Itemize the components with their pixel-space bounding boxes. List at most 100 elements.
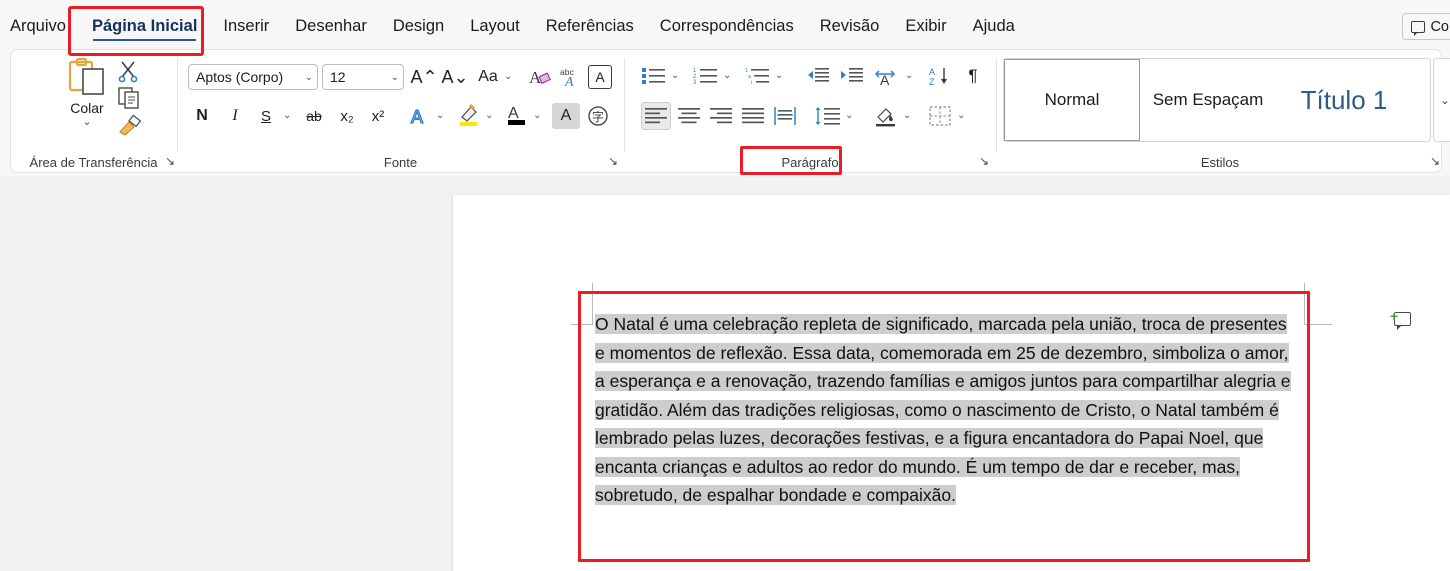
clipboard-group-label: Área de Transferência: [29, 155, 158, 170]
multilevel-list-icon: 1 a i: [745, 68, 769, 86]
chevron-down-icon[interactable]: ⌄: [485, 110, 493, 121]
chevron-down-icon[interactable]: ⌄: [903, 110, 911, 121]
styles-dialog-launcher[interactable]: ↘: [1428, 154, 1442, 168]
font-family-combobox[interactable]: Aptos (Corpo) ⌄: [188, 64, 318, 90]
chevron-down-icon[interactable]: ⌄: [504, 71, 512, 82]
text-shading-button[interactable]: A: [552, 103, 580, 129]
font-size-combobox[interactable]: 12 ⌄: [322, 64, 404, 90]
tab-revisao[interactable]: Revisão: [807, 0, 893, 52]
align-left-icon: [645, 108, 667, 124]
paste-label: Colar: [70, 100, 104, 116]
chevron-down-icon[interactable]: ⌄: [283, 110, 291, 121]
styles-more-button[interactable]: ⌄: [1433, 58, 1450, 142]
align-right-button[interactable]: [706, 102, 736, 130]
tab-referencias[interactable]: Referências: [533, 0, 647, 52]
group-paragraph: ⌄ 1 2 3 ⌄ 1 a i ⌄ A ⌄ A Z ¶ ⌄ ⌄ ⌄ Parágr…: [625, 50, 995, 174]
distributed-button[interactable]: [771, 102, 801, 130]
margin-marker-right-horizontal: [1304, 324, 1332, 325]
tab-exibir[interactable]: Exibir: [892, 0, 959, 52]
paste-icon: [68, 58, 104, 95]
cut-button[interactable]: [116, 59, 144, 85]
paste-button[interactable]: Colar ⌄: [57, 58, 117, 128]
tab-pagina-inicial[interactable]: Página Inicial: [79, 0, 210, 52]
justify-button[interactable]: [738, 102, 768, 130]
phonetic-guide-button[interactable]: abc A: [557, 64, 585, 90]
text-direction-button[interactable]: A: [873, 63, 903, 89]
tab-correspondencias[interactable]: Correspondências: [647, 0, 807, 52]
shading-button[interactable]: [871, 102, 901, 130]
paragraph-text: O Natal é uma celebração repleta de sign…: [595, 314, 1291, 505]
tab-design[interactable]: Design: [380, 0, 457, 52]
numbering-button[interactable]: 1 2 3: [691, 63, 721, 89]
multilevel-list-button[interactable]: 1 a i: [743, 63, 773, 89]
chevron-down-icon[interactable]: ⌄: [436, 110, 444, 121]
underline-button[interactable]: S: [252, 103, 280, 129]
change-case-icon: Aa: [478, 68, 498, 85]
align-left-button[interactable]: [641, 102, 671, 130]
subscript-button[interactable]: x₂: [333, 103, 361, 129]
superscript-icon: x²: [371, 107, 385, 125]
style-titulo-1-label: Título 1: [1300, 84, 1388, 115]
decrease-indent-button[interactable]: [803, 63, 833, 89]
chevron-down-icon[interactable]: ⌄: [723, 70, 731, 81]
tab-arquivo[interactable]: Arquivo: [0, 0, 79, 52]
show-formatting-marks-button[interactable]: ¶: [959, 63, 987, 89]
increase-indent-button[interactable]: [837, 63, 867, 89]
character-shading-button[interactable]: 字: [584, 103, 612, 129]
font-dialog-launcher[interactable]: ↘: [606, 154, 620, 168]
grow-font-button[interactable]: A⌃: [410, 64, 438, 90]
chevron-down-icon[interactable]: ⌄: [957, 110, 965, 121]
comments-button-label: Co: [1430, 18, 1449, 35]
paragraph-dialog-launcher[interactable]: ↘: [977, 154, 991, 168]
italic-button[interactable]: I: [221, 103, 249, 129]
change-case-button[interactable]: Aa: [475, 64, 501, 90]
ribbon-tabstrip: Arquivo Página Inicial Inserir Desenhar …: [0, 0, 1450, 52]
style-titulo-1[interactable]: Título 1: [1276, 59, 1412, 141]
character-border-button[interactable]: A: [588, 65, 612, 89]
copy-button[interactable]: [116, 86, 144, 112]
bold-button[interactable]: N: [188, 103, 216, 129]
style-normal[interactable]: Normal: [1004, 59, 1140, 141]
svg-text:字: 字: [592, 109, 604, 124]
group-clipboard: Colar ⌄ Área de Transferência ↘: [11, 50, 176, 174]
font-family-value: Aptos (Corpo): [196, 69, 284, 85]
strikethrough-button[interactable]: ab: [300, 103, 328, 129]
chevron-down-icon[interactable]: ⌄: [533, 110, 541, 121]
clear-formatting-icon: A: [529, 68, 552, 87]
highlight-color-button[interactable]: [455, 100, 483, 130]
strikethrough-icon: ab: [306, 108, 322, 124]
clear-formatting-button[interactable]: A: [526, 64, 554, 90]
new-comment-button[interactable]: +: [1390, 309, 1412, 330]
chevron-down-icon[interactable]: ⌄: [671, 70, 679, 81]
document-page[interactable]: O Natal é uma celebração repleta de sign…: [453, 195, 1450, 571]
svg-text:i: i: [751, 80, 752, 86]
chevron-down-icon[interactable]: ⌄: [775, 70, 783, 81]
tab-layout[interactable]: Layout: [457, 0, 533, 52]
comments-button[interactable]: Co: [1402, 13, 1450, 40]
chevron-down-icon[interactable]: ⌄: [845, 110, 853, 121]
format-painter-button[interactable]: [116, 113, 144, 139]
tab-inserir[interactable]: Inserir: [210, 0, 282, 52]
group-styles: Normal Sem Espaçam Título 1 ⌄ Estilos ↘: [997, 50, 1450, 174]
chevron-down-icon: ⌄: [304, 71, 313, 83]
borders-button[interactable]: [925, 102, 955, 130]
align-center-button[interactable]: [674, 102, 704, 130]
shading-icon: [876, 108, 895, 127]
paste-chevron-icon[interactable]: ⌄: [82, 115, 91, 128]
bullets-button[interactable]: [639, 63, 669, 89]
ribbon-panel: Colar ⌄ Área de Transferência ↘ Aptos (C…: [10, 49, 1450, 174]
clipboard-dialog-launcher[interactable]: ↘: [163, 154, 177, 168]
font-color-button[interactable]: A: [503, 100, 531, 130]
shrink-font-button[interactable]: A⌄: [441, 64, 469, 90]
chevron-down-icon[interactable]: ⌄: [905, 70, 913, 81]
sort-button[interactable]: A Z: [925, 63, 955, 89]
line-spacing-button[interactable]: [813, 102, 843, 130]
tab-desenhar[interactable]: Desenhar: [282, 0, 380, 52]
text-effects-button[interactable]: A: [406, 103, 434, 129]
tab-ajuda[interactable]: Ajuda: [960, 0, 1028, 52]
document-paragraph[interactable]: O Natal é uma celebração repleta de sign…: [595, 310, 1301, 510]
character-border-icon: A: [595, 69, 605, 85]
style-sem-espacamento[interactable]: Sem Espaçam: [1140, 59, 1276, 141]
align-right-icon: [710, 108, 732, 124]
superscript-button[interactable]: x²: [364, 103, 392, 129]
